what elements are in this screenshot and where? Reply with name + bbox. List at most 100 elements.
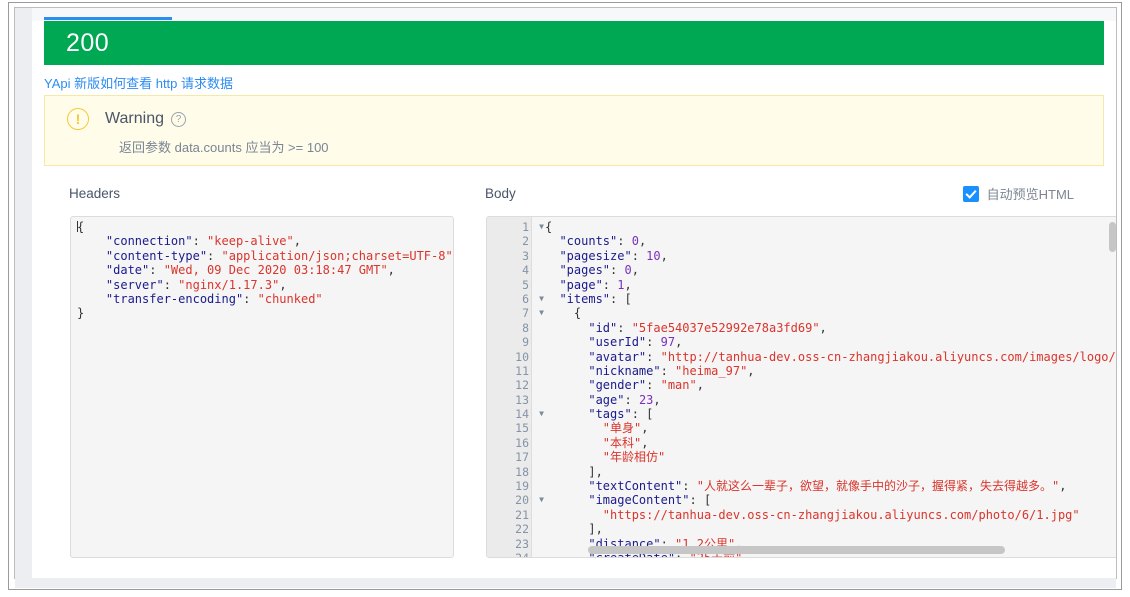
code-token: ,: [294, 234, 301, 248]
code-token: :: [682, 479, 696, 493]
code-token: ,: [697, 378, 704, 392]
code-token: "年龄相仿": [545, 450, 665, 464]
code-token: ,: [624, 278, 631, 292]
line-number: 19: [487, 479, 532, 493]
line-number: 17: [487, 450, 532, 464]
code-line: {: [71, 220, 453, 234]
code-line: "server": "nginx/1.17.3",: [71, 278, 453, 292]
code-token: "server": [77, 278, 164, 292]
fold-triangle-icon[interactable]: ▼: [534, 292, 544, 306]
code-token: "单身": [545, 421, 641, 435]
code-token: {: [545, 306, 581, 320]
active-tab-indicator[interactable]: [44, 17, 172, 20]
warning-message: 返回参数 data.counts 应当为 >= 100: [119, 137, 329, 156]
code-token: ,: [653, 393, 660, 407]
code-token: "5fae54037e52992e78a3fd69": [632, 321, 820, 335]
question-mark-icon[interactable]: ?: [171, 112, 186, 127]
line-number: 6▼: [487, 292, 532, 306]
code-token: :: [632, 249, 646, 263]
code-token: ],: [545, 465, 603, 479]
fold-triangle-icon[interactable]: ▼: [534, 493, 544, 507]
code-token: :: [603, 278, 617, 292]
code-token: {: [545, 220, 552, 234]
tab-strip: [32, 8, 1116, 21]
code-token: :: [617, 321, 631, 335]
body-vertical-scroll-thumb[interactable]: [1109, 222, 1116, 252]
code-token: ,: [279, 278, 286, 292]
code-token: "人就这么一辈子，欲望，就像手中的沙子，握得紧，失去得越多。": [697, 479, 1059, 493]
code-line: ],: [545, 522, 1117, 536]
code-token: 10: [646, 249, 660, 263]
code-token: "nickname": [545, 364, 661, 378]
code-token: ,: [641, 421, 648, 435]
warning-header: ! Warning ?: [67, 108, 186, 130]
line-number: 18: [487, 465, 532, 479]
code-token: "age": [545, 393, 624, 407]
line-number: 22: [487, 522, 532, 536]
code-token: :: [193, 234, 207, 248]
code-token: :: [646, 335, 660, 349]
code-token: "content-type": [77, 249, 207, 263]
code-token: "chunked": [258, 292, 323, 306]
body-vertical-scrollbar[interactable]: [1109, 218, 1117, 556]
code-line: "gender": "man",: [545, 378, 1117, 392]
line-number: 20▼: [487, 493, 532, 507]
code-line: "nickname": "heima_97",: [545, 364, 1117, 378]
code-token: "nginx/1.17.3": [178, 278, 279, 292]
code-token: ,: [639, 234, 646, 248]
code-token: "items": [545, 292, 610, 306]
body-label: Body: [485, 186, 516, 201]
code-line: "单身",: [545, 421, 1117, 435]
code-token: "application/json;charset=UTF-8": [222, 249, 453, 263]
code-token: "gender": [545, 378, 646, 392]
code-token: 97: [661, 335, 675, 349]
code-token: 0: [624, 263, 631, 277]
headers-code-panel[interactable]: { "connection": "keep-alive", "content-t…: [70, 216, 454, 558]
code-token: 0: [632, 234, 639, 248]
body-horizontal-scroll-thumb[interactable]: [588, 546, 1005, 554]
code-line: "https://tanhua-dev.oss-cn-zhangjiakou.a…: [545, 508, 1117, 522]
code-line: "userId": 97,: [545, 335, 1117, 349]
fold-triangle-icon[interactable]: ▼: [534, 407, 544, 421]
line-number: 9: [487, 335, 532, 349]
auto-preview-html-checkbox-group[interactable]: 自动预览HTML: [963, 184, 1074, 203]
code-line: "年龄相仿": [545, 450, 1117, 464]
warning-box: ! Warning ? 返回参数 data.counts 应当为 >= 100: [44, 95, 1104, 166]
code-token: "本科": [545, 436, 641, 450]
line-number: 23: [487, 537, 532, 551]
code-line: "items": [: [545, 292, 1117, 306]
yapi-doc-link[interactable]: YApi 新版如何查看 http 请求数据: [44, 73, 233, 92]
code-token: "textContent": [545, 479, 682, 493]
code-token: :: [646, 378, 660, 392]
code-line: "textContent": "人就这么一辈子，欲望，就像手中的沙子，握得紧，失…: [545, 479, 1117, 493]
code-token: : [: [632, 407, 654, 421]
fold-triangle-icon[interactable]: ▼: [534, 306, 544, 320]
fold-triangle-icon[interactable]: ▼: [534, 220, 544, 234]
code-line: ],: [545, 465, 1117, 479]
code-token: "userId": [545, 335, 646, 349]
code-token: "connection": [77, 234, 193, 248]
code-token: :: [646, 350, 660, 364]
code-token: ,: [388, 263, 395, 277]
code-token: "avatar": [545, 350, 646, 364]
code-line: "content-type": "application/json;charse…: [71, 249, 453, 263]
line-number: 11: [487, 364, 532, 378]
body-code-panel[interactable]: 1▼23456▼7▼891011121314▼151617181920▼2122…: [486, 216, 1117, 558]
code-token: "https://tanhua-dev.oss-cn-zhangjiakou.a…: [545, 508, 1080, 522]
response-panel: 200 YApi 新版如何查看 http 请求数据 ! Warning ? 返回…: [32, 8, 1116, 578]
code-token: ],: [545, 522, 603, 536]
code-line: "date": "Wed, 09 Dec 2020 03:18:47 GMT",: [71, 263, 453, 277]
code-line: "age": 23,: [545, 393, 1117, 407]
code-token: :: [617, 234, 631, 248]
code-line: "connection": "keep-alive",: [71, 234, 453, 248]
code-token: :: [661, 364, 675, 378]
code-token: :: [149, 263, 163, 277]
auto-preview-html-checkbox[interactable]: [963, 186, 979, 202]
left-gutter-strip: [15, 8, 32, 578]
doc-link-row: YApi 新版如何查看 http 请求数据: [44, 69, 1104, 95]
code-line: "tags": [: [545, 407, 1117, 421]
line-number: 14▼: [487, 407, 532, 421]
line-numbers: 1▼23456▼7▼891011121314▼151617181920▼2122…: [487, 220, 532, 558]
code-token: "counts": [545, 234, 617, 248]
line-number-gutter: 1▼23456▼7▼891011121314▼151617181920▼2122…: [487, 217, 532, 557]
